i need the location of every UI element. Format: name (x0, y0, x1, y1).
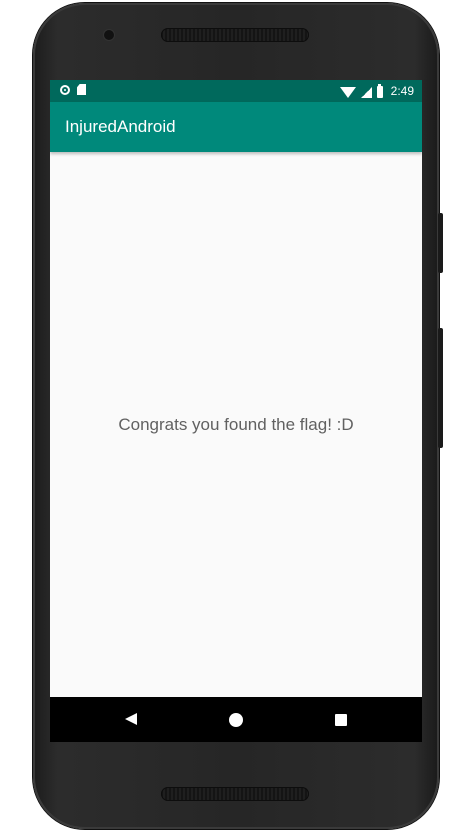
status-bar-system-icons: 2:49 (339, 83, 414, 99)
front-camera (104, 30, 114, 40)
volume-rocker (438, 328, 443, 448)
recents-icon[interactable] (335, 714, 347, 726)
cell-signal-icon (360, 86, 372, 98)
status-bar: 2:49 (50, 80, 422, 102)
flag-message: Congrats you found the flag! :D (118, 415, 354, 434)
wifi-icon (339, 86, 356, 98)
status-bar-notifications (60, 84, 86, 95)
app-toolbar: InjuredAndroid (50, 102, 422, 152)
sd-card-icon (77, 84, 86, 95)
phone-screen: 2:49 InjuredAndroid Congrats you found t… (50, 80, 422, 742)
main-content: Congrats you found the flag! :D (50, 152, 422, 697)
app-title: InjuredAndroid (65, 117, 176, 136)
back-icon[interactable] (125, 713, 137, 725)
home-icon[interactable] (229, 713, 243, 727)
bottom-speaker-grille (161, 787, 309, 801)
navigation-bar (50, 697, 422, 742)
top-speaker-grille (161, 28, 309, 42)
notification-circle-icon (60, 84, 70, 95)
power-button (438, 213, 443, 273)
status-bar-time: 2:49 (390, 84, 414, 98)
battery-icon (376, 83, 383, 98)
